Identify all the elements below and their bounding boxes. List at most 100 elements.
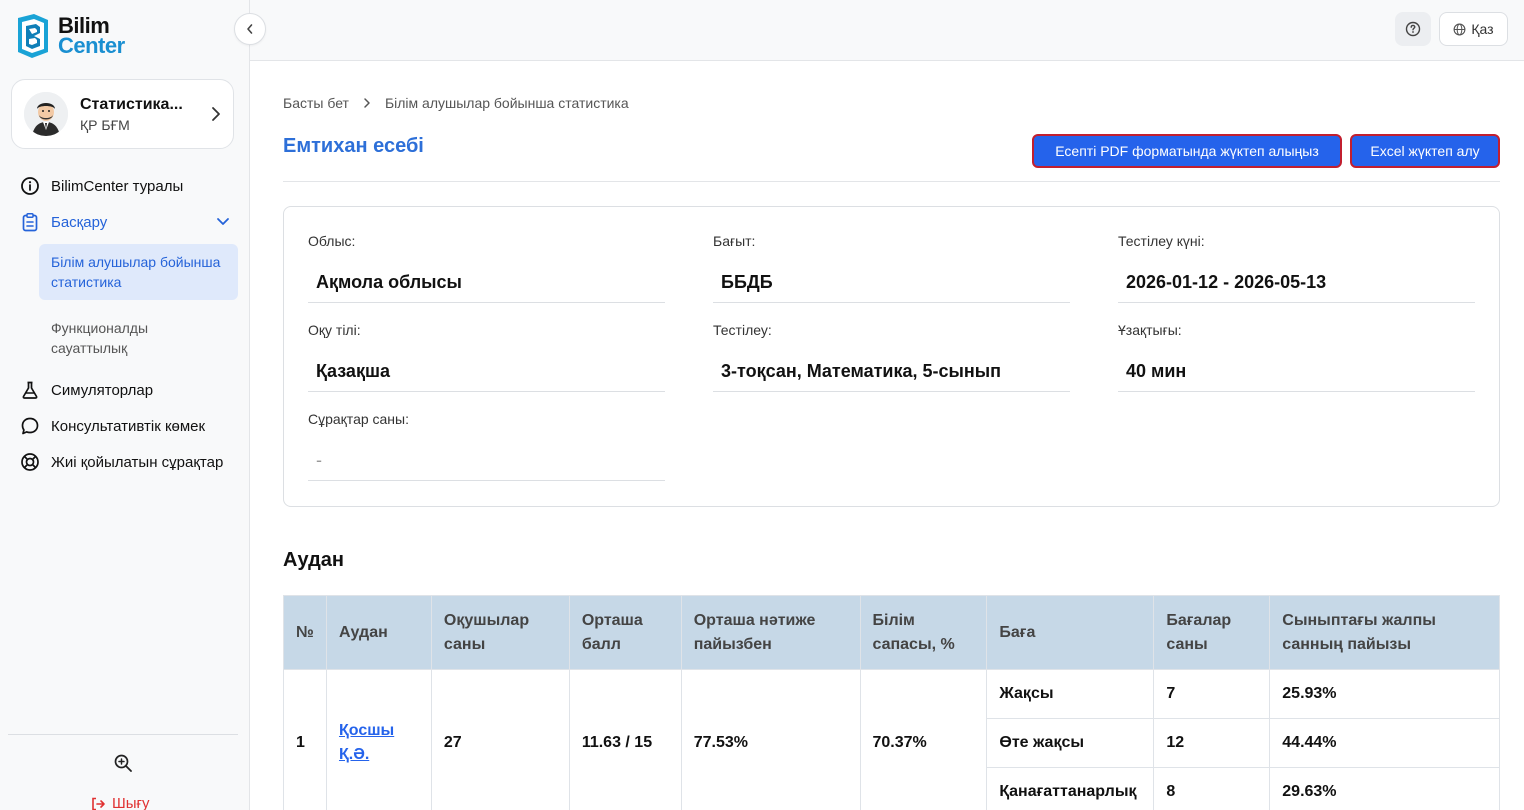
district-cell: Қосшы Қ.Ә. — [325, 669, 432, 810]
sidebar-item-functional-literacy[interactable]: Функционалды сауаттылық — [39, 310, 238, 366]
region-value: Ақмола облысы — [308, 263, 665, 303]
column-header: Аудан — [325, 595, 432, 670]
duration-label: Ұзақтығы: — [1118, 322, 1182, 338]
flask-icon — [20, 380, 40, 400]
help-button[interactable] — [1395, 12, 1431, 46]
grade-cell: Өте жақсы — [986, 718, 1155, 768]
exam-info-card: Облыс: Ақмола облысы Бағыт: ББДБ Тестіле… — [283, 206, 1500, 507]
direction-value: ББДБ — [713, 263, 1070, 303]
avg-percent-cell: 77.53% — [680, 669, 861, 810]
duration-value: 40 мин — [1118, 352, 1475, 392]
breadcrumb-home[interactable]: Басты бет — [283, 95, 349, 111]
nav-item-faq[interactable]: Жиі қойылатын сұрақтар — [0, 444, 250, 480]
profile-org: ҚР БҒМ — [80, 116, 130, 133]
grade-cell: Жақсы — [986, 669, 1155, 719]
avatar — [24, 92, 68, 136]
direction-label: Бағыт: — [713, 233, 756, 249]
test-date-value: 2026-01-12 - 2026-05-13 — [1118, 263, 1475, 303]
test-label: Тестілеу: — [713, 322, 772, 338]
profile-card[interactable]: Статистика... ҚР БҒМ — [11, 79, 234, 149]
nav-item-manage[interactable]: Басқару — [0, 204, 250, 240]
field-region: Облыс: Ақмола облысы — [308, 233, 665, 303]
field-test-date: Тестілеу күні: 2026-01-12 - 2026-05-13 — [1118, 233, 1475, 303]
grade-count-cell: 7 — [1153, 669, 1271, 719]
zoom-in-icon[interactable] — [113, 753, 133, 773]
sidebar: Bilim Center Статистика... ҚР БҒМ BilimC… — [0, 0, 250, 810]
info-icon — [20, 176, 40, 196]
lifebuoy-icon — [20, 452, 40, 472]
logout-label: Шығу — [112, 795, 150, 810]
chevron-right-icon — [212, 107, 220, 121]
column-header: Бағалар саны — [1153, 595, 1271, 670]
field-language: Оқу тілі: Қазақша — [308, 322, 665, 392]
clipboard-icon — [20, 212, 40, 232]
region-label: Облыс: — [308, 233, 356, 249]
top-bar: Қаз — [250, 0, 1524, 61]
logout-button[interactable]: Шығу — [90, 795, 150, 810]
questions-label: Сұрақтар саны: — [308, 411, 409, 427]
nav-consult-label: Консультативтік көмек — [51, 417, 206, 435]
field-questions: Сұрақтар саны: - — [308, 411, 665, 481]
breadcrumb: Басты бет Білім алушылар бойынша статист… — [283, 95, 629, 111]
chevron-down-icon — [217, 218, 229, 225]
user-avatar-icon — [24, 92, 68, 136]
sidebar-collapse-button[interactable] — [234, 13, 266, 45]
grade-count-cell: 12 — [1153, 718, 1271, 768]
download-excel-button[interactable]: Excel жүктеп алу — [1350, 134, 1500, 168]
grade-count-cell: 8 — [1153, 767, 1271, 810]
language-selector[interactable]: Қаз — [1439, 12, 1508, 46]
language-label: Оқу тілі: — [308, 322, 361, 338]
column-header: Орташа нәтиже пайызбен — [680, 595, 861, 670]
question-circle-icon — [1405, 21, 1421, 37]
title-divider — [283, 181, 1500, 182]
chevron-left-icon — [247, 24, 253, 34]
table-header-row: № Аудан Оқушылар саны Орташа балл Орташа… — [283, 595, 1500, 670]
nav-item-simulators[interactable]: Симуляторлар — [0, 372, 250, 408]
page-title: Емтихан есебі — [283, 135, 424, 157]
language-value: Қазақша — [308, 352, 665, 392]
nav-item-consult[interactable]: Консультативтік көмек — [0, 408, 250, 444]
section-title: Аудан — [283, 549, 344, 571]
test-value: 3-тоқсан, Математика, 5-сынып — [713, 352, 1070, 392]
grade-percent-cell: 25.93% — [1269, 669, 1500, 719]
chevron-right-icon — [364, 98, 370, 108]
column-header: Оқушылар саны — [430, 595, 570, 670]
chat-bubble-icon — [20, 416, 40, 436]
questions-value: - — [308, 441, 665, 481]
students-cell: 27 — [430, 669, 570, 810]
field-test: Тестілеу: 3-тоқсан, Математика, 5-сынып — [713, 322, 1070, 392]
nav-about-label: BilimCenter туралы — [51, 177, 184, 195]
column-header: № — [283, 595, 327, 670]
sidebar-item-student-stats[interactable]: Білім алушылар бойынша статистика — [39, 244, 238, 300]
grade-cell: Қанағаттанарлық — [986, 767, 1155, 810]
row-number: 1 — [283, 669, 327, 810]
brand-line2: Center — [58, 33, 125, 58]
profile-name: Статистика... — [80, 95, 183, 113]
globe-icon — [1453, 23, 1466, 35]
nav-manage-label: Басқару — [51, 213, 108, 231]
table-row: 1 Қосшы Қ.Ә. 27 11.63 / 15 77.53% 70.37%… — [283, 669, 1500, 810]
brand-logo[interactable]: Bilim Center — [14, 12, 125, 60]
column-header: Білім сапасы, % — [859, 595, 988, 670]
district-table: № Аудан Оқушылар саны Орташа балл Орташа… — [283, 595, 1500, 810]
bilimcenter-logo-icon — [18, 14, 48, 58]
test-date-label: Тестілеу күні: — [1118, 233, 1205, 249]
sidebar-divider — [8, 734, 238, 735]
avg-score-cell: 11.63 / 15 — [568, 669, 682, 810]
nav-faq-label: Жиі қойылатын сұрақтар — [51, 453, 224, 471]
logout-icon — [92, 797, 105, 810]
language-label: Қаз — [1471, 21, 1494, 37]
breadcrumb-current: Білім алушылар бойынша статистика — [384, 95, 629, 111]
field-duration: Ұзақтығы: 40 мин — [1118, 322, 1475, 392]
column-header: Орташа балл — [568, 595, 682, 670]
quality-cell: 70.37% — [859, 669, 988, 810]
grade-percent-cell: 29.63% — [1269, 767, 1500, 810]
column-header: Сыныптағы жалпы санның пайызы — [1269, 595, 1500, 670]
column-header: Баға — [986, 595, 1155, 670]
nav-item-about[interactable]: BilimCenter туралы — [0, 168, 250, 204]
download-pdf-button[interactable]: Есепті PDF форматында жүктеп алыңыз — [1032, 134, 1342, 168]
main-content: Басты бет Білім алушылар бойынша статист… — [250, 61, 1524, 810]
district-link[interactable]: Қосшы Қ.Ә. — [339, 722, 394, 763]
field-direction: Бағыт: ББДБ — [713, 233, 1070, 303]
sidebar-nav: BilimCenter туралы Басқару Білім алушыла… — [0, 168, 250, 480]
